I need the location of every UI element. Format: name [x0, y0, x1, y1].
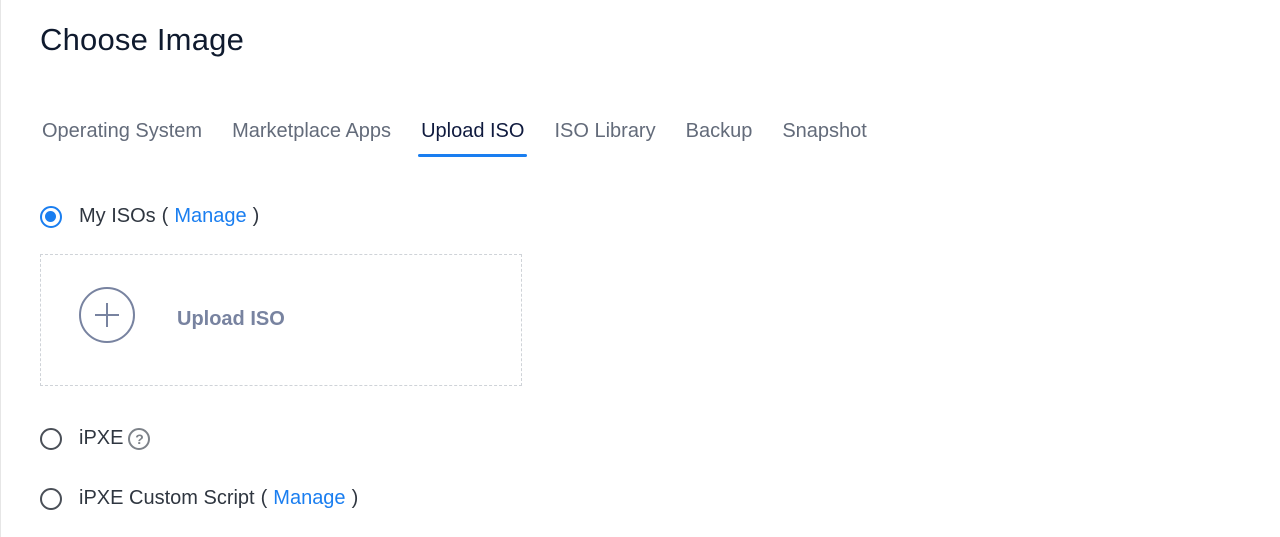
tab-operating-system[interactable]: Operating System — [42, 118, 202, 158]
page-title: Choose Image — [40, 22, 245, 57]
close-paren: ) — [351, 487, 359, 509]
close-paren: ) — [252, 205, 260, 227]
tab-upload-iso[interactable]: Upload ISO — [418, 118, 528, 158]
my-isos-manage-link[interactable]: Manage — [174, 205, 246, 228]
help-icon[interactable]: ? — [128, 427, 151, 450]
ipxe-custom-manage-link[interactable]: Manage — [273, 487, 345, 510]
ipxe-custom-script-radio[interactable] — [40, 487, 62, 510]
option-ipxe: iPXE ? — [40, 427, 151, 450]
tab-snapshot[interactable]: Snapshot — [782, 118, 867, 158]
tab-bar: Operating System Marketplace Apps Upload… — [42, 118, 897, 160]
my-isos-radio[interactable] — [40, 205, 62, 228]
upload-iso-label: Upload ISO — [177, 308, 285, 330]
ipxe-label: iPXE — [79, 427, 124, 449]
my-isos-label: My ISOs — [79, 205, 156, 227]
option-my-isos: My ISOs ( Manage ) — [40, 205, 259, 228]
open-paren: ( — [161, 205, 169, 227]
ipxe-custom-script-label: iPXE Custom Script — [79, 487, 255, 509]
tab-iso-library[interactable]: ISO Library — [554, 118, 655, 158]
left-border — [0, 0, 1, 537]
upload-iso-dropzone[interactable]: Upload ISO — [40, 254, 522, 386]
ipxe-radio[interactable] — [40, 427, 62, 450]
open-paren: ( — [260, 487, 268, 509]
tab-marketplace-apps[interactable]: Marketplace Apps — [232, 118, 391, 158]
option-ipxe-custom-script: iPXE Custom Script ( Manage ) — [40, 487, 358, 510]
tab-backup[interactable]: Backup — [686, 118, 753, 158]
plus-circle-icon — [79, 287, 135, 343]
